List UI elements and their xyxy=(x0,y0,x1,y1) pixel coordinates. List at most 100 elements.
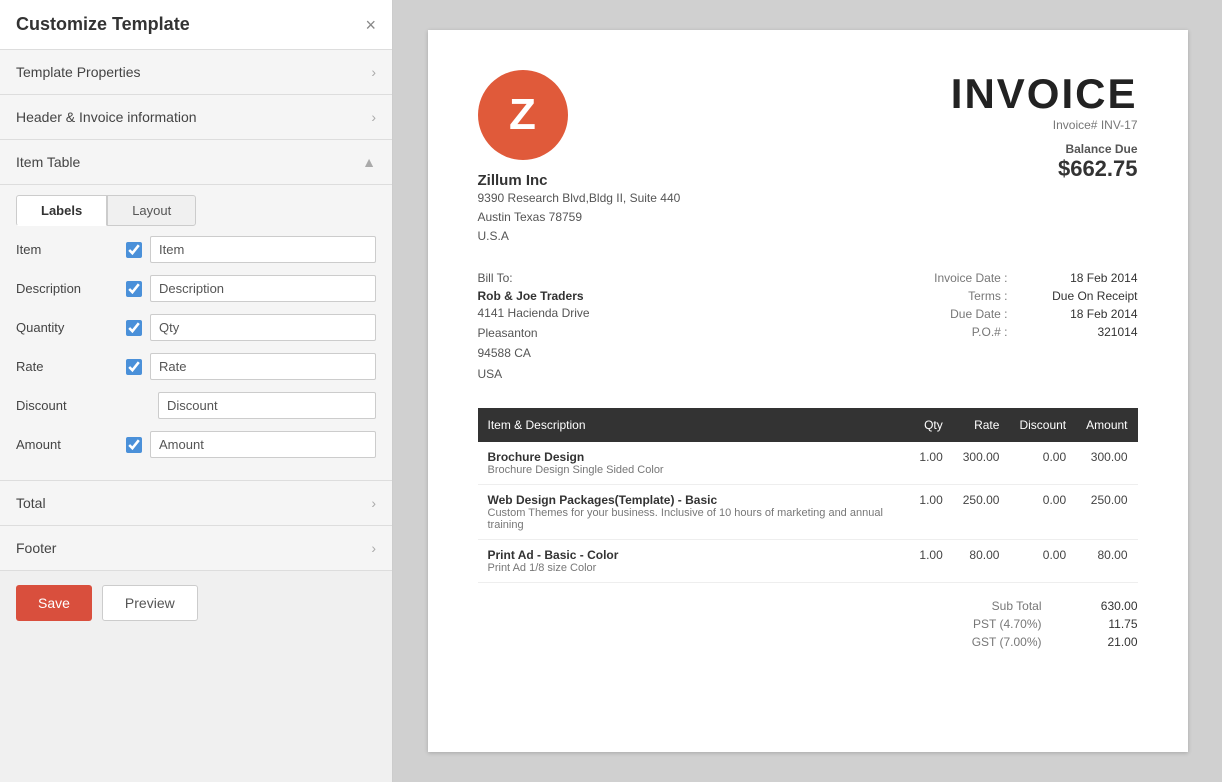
cell-rate: 80.00 xyxy=(953,540,1010,583)
field-label-amount: Amount xyxy=(16,437,126,452)
bottom-buttons: Save Preview xyxy=(0,571,392,635)
tab-layout[interactable]: Layout xyxy=(107,195,196,226)
invoice-table-head: Item & Description Qty Rate Discount Amo… xyxy=(478,408,1138,442)
total-section[interactable]: Total › xyxy=(0,481,392,526)
totals-label: PST (4.70%) xyxy=(858,617,1058,631)
th-item-desc: Item & Description xyxy=(478,408,910,442)
item-name: Web Design Packages(Template) - Basic xyxy=(488,493,900,507)
checkbox-description[interactable] xyxy=(126,281,142,297)
checkbox-amount[interactable] xyxy=(126,437,142,453)
header-invoice-section[interactable]: Header & Invoice information › xyxy=(0,95,392,140)
totals-row: PST (4.70%)11.75 xyxy=(818,617,1138,631)
meta-row: Terms :Due On Receipt xyxy=(934,289,1137,303)
invoice-table: Item & Description Qty Rate Discount Amo… xyxy=(478,408,1138,583)
invoice-number: Invoice# INV-17 xyxy=(951,118,1138,132)
item-name: Print Ad - Basic - Color xyxy=(488,548,900,562)
field-row-rate: Rate xyxy=(16,353,376,380)
cell-amount: 300.00 xyxy=(1076,442,1137,485)
header-invoice-arrow: › xyxy=(371,109,376,125)
totals-value: 630.00 xyxy=(1058,599,1138,613)
cell-item-desc: Print Ad - Basic - Color Print Ad 1/8 si… xyxy=(478,540,910,583)
field-label-rate: Rate xyxy=(16,359,126,374)
field-row-discount: Discount xyxy=(16,392,376,419)
total-label: Total xyxy=(16,495,46,511)
invoice-number-value: INV-17 xyxy=(1101,118,1138,132)
checkbox-rate[interactable] xyxy=(126,359,142,375)
meta-key: Terms : xyxy=(968,289,1007,303)
footer-section[interactable]: Footer › xyxy=(0,526,392,571)
field-row-description: Description xyxy=(16,275,376,302)
totals-value: 21.00 xyxy=(1058,635,1138,649)
cell-rate: 300.00 xyxy=(953,442,1010,485)
item-table-tabs: Labels Layout xyxy=(0,185,392,226)
meta-value: 321014 xyxy=(1028,325,1138,339)
meta-row: Invoice Date : 18 Feb 2014 xyxy=(934,271,1137,285)
invoice-paper: Z Zillum Inc 9390 Research Blvd,Bldg II,… xyxy=(428,30,1188,752)
bill-to-label: Bill To: xyxy=(478,271,590,285)
item-description: Custom Themes for your business. Inclusi… xyxy=(488,507,900,531)
field-label-description: Description xyxy=(16,281,126,296)
field-row-amount: Amount xyxy=(16,431,376,458)
totals-row: Sub Total630.00 xyxy=(818,599,1138,613)
cell-amount: 250.00 xyxy=(1076,485,1137,540)
template-properties-label: Template Properties xyxy=(16,64,141,80)
item-table-section: Item Table ▲ Labels Layout Item Descript… xyxy=(0,140,392,481)
table-header-row: Item & Description Qty Rate Discount Amo… xyxy=(478,408,1138,442)
template-properties-section[interactable]: Template Properties › xyxy=(0,50,392,95)
invoice-preview-panel: Z Zillum Inc 9390 Research Blvd,Bldg II,… xyxy=(393,0,1222,782)
footer-label: Footer xyxy=(16,540,56,556)
meta-row: Due Date : 18 Feb 2014 xyxy=(934,307,1137,321)
totals-value: 11.75 xyxy=(1058,617,1138,631)
cell-qty: 1.00 xyxy=(909,485,952,540)
input-item[interactable] xyxy=(150,236,376,263)
item-table-arrow: ▲ xyxy=(362,154,376,170)
input-description[interactable] xyxy=(150,275,376,302)
company-name: Zillum Inc xyxy=(478,172,681,189)
checkbox-quantity[interactable] xyxy=(126,320,142,336)
panel-header: Customize Template × xyxy=(0,0,392,50)
tab-labels[interactable]: Labels xyxy=(16,195,107,226)
left-panel: Customize Template × Template Properties… xyxy=(0,0,393,782)
bill-to-addr1: 4141 Hacienda Drive xyxy=(478,303,590,323)
input-quantity[interactable] xyxy=(150,314,376,341)
balance-due-amount: $662.75 xyxy=(951,156,1138,182)
bill-to-addr4: USA xyxy=(478,364,590,384)
th-qty: Qty xyxy=(909,408,952,442)
close-icon[interactable]: × xyxy=(365,16,376,34)
input-amount[interactable] xyxy=(150,431,376,458)
field-label-item: Item xyxy=(16,242,126,257)
input-discount[interactable] xyxy=(158,392,376,419)
preview-button[interactable]: Preview xyxy=(102,585,198,621)
cell-qty: 1.00 xyxy=(909,442,952,485)
cell-qty: 1.00 xyxy=(909,540,952,583)
meta-value: 18 Feb 2014 xyxy=(1028,307,1138,321)
item-description: Brochure Design Single Sided Color xyxy=(488,464,900,476)
bill-to-addr2: Pleasanton xyxy=(478,323,590,343)
field-row-quantity: Quantity xyxy=(16,314,376,341)
bill-to-addr3: 94588 CA xyxy=(478,343,590,363)
table-row: Print Ad - Basic - Color Print Ad 1/8 si… xyxy=(478,540,1138,583)
header-invoice-label: Header & Invoice information xyxy=(16,109,197,125)
meta-value: 18 Feb 2014 xyxy=(1028,271,1138,285)
totals-label: Sub Total xyxy=(858,599,1058,613)
balance-due-label: Balance Due xyxy=(951,142,1138,156)
meta-key: Due Date : xyxy=(950,307,1007,321)
cell-amount: 80.00 xyxy=(1076,540,1137,583)
company-address-line2: Austin Texas 78759 xyxy=(478,208,681,227)
company-logo: Z xyxy=(478,70,568,160)
input-rate[interactable] xyxy=(150,353,376,380)
cell-rate: 250.00 xyxy=(953,485,1010,540)
bill-to-block: Bill To: Rob & Joe Traders 4141 Hacienda… xyxy=(478,271,590,385)
invoice-table-body: Brochure Design Brochure Design Single S… xyxy=(478,442,1138,583)
invoice-totals: Sub Total630.00PST (4.70%)11.75GST (7.00… xyxy=(478,599,1138,653)
company-block: Z Zillum Inc 9390 Research Blvd,Bldg II,… xyxy=(478,70,681,247)
invoice-title: INVOICE xyxy=(951,70,1138,118)
meta-key: Invoice Date : xyxy=(934,271,1007,285)
bill-to-name: Rob & Joe Traders xyxy=(478,289,590,303)
cell-item-desc: Web Design Packages(Template) - Basic Cu… xyxy=(478,485,910,540)
th-discount: Discount xyxy=(1009,408,1076,442)
save-button[interactable]: Save xyxy=(16,585,92,621)
item-table-header[interactable]: Item Table ▲ xyxy=(0,140,392,185)
invoice-title-block: INVOICE Invoice# INV-17 Balance Due $662… xyxy=(951,70,1138,182)
checkbox-item[interactable] xyxy=(126,242,142,258)
